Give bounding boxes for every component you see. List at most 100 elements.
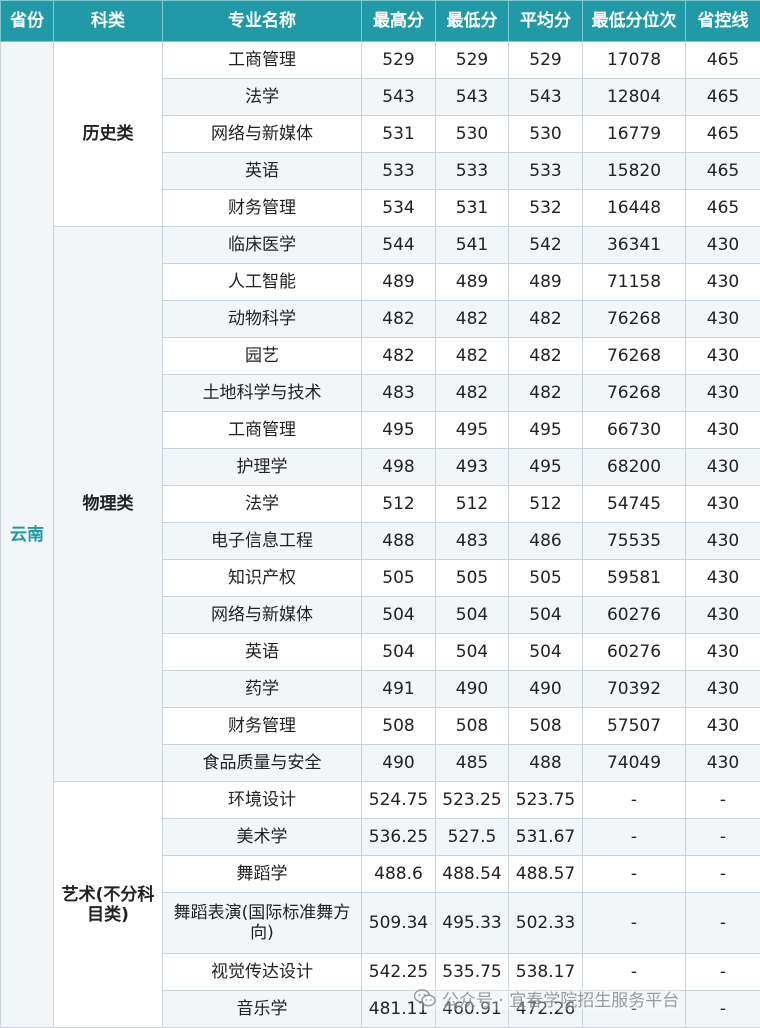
header-category: 科类: [53, 0, 163, 42]
avg-score-cell: 532: [508, 189, 583, 227]
max-score-cell: 534: [361, 189, 436, 227]
max-score-cell: 533: [361, 152, 436, 190]
min-score-cell: 482: [435, 300, 509, 338]
avg-score-cell: 530: [508, 115, 583, 153]
major-cell: 财务管理: [162, 707, 362, 745]
min-score-cell: 495.33: [435, 892, 509, 954]
category-cell: 物理类: [53, 226, 163, 782]
min-score-cell: 460.91: [435, 990, 509, 1028]
max-score-cell: 498: [361, 448, 436, 486]
min-score-cell: 530: [435, 115, 509, 153]
min-score-cell: 495: [435, 411, 509, 449]
max-score-cell: 481.11: [361, 990, 436, 1028]
max-score-cell: 489: [361, 263, 436, 301]
max-score-cell: 482: [361, 337, 436, 375]
avg-score-cell: 533: [508, 152, 583, 190]
max-score-cell: 491: [361, 670, 436, 708]
control-line-cell: 465: [685, 152, 760, 190]
major-cell: 园艺: [162, 337, 362, 375]
control-line-cell: 465: [685, 41, 760, 79]
major-cell: 英语: [162, 633, 362, 671]
control-line-cell: -: [685, 818, 760, 856]
min-score-cell: 504: [435, 633, 509, 671]
avg-score-cell: 529: [508, 41, 583, 79]
major-cell: 财务管理: [162, 189, 362, 227]
major-cell: 护理学: [162, 448, 362, 486]
min-rank-cell: -: [582, 855, 686, 893]
admission-score-table: 省份 科类 专业名称 最高分 最低分 平均分 最低分位次 省控线 云南 历史类 工商…: [0, 0, 760, 1028]
category-cell: 历史类: [53, 41, 163, 227]
min-rank-cell: 36341: [582, 226, 686, 264]
control-line-cell: -: [685, 855, 760, 893]
min-rank-cell: 16448: [582, 189, 686, 227]
avg-score-cell: 482: [508, 300, 583, 338]
control-line-cell: 430: [685, 337, 760, 375]
max-score-cell: 504: [361, 633, 436, 671]
control-line-cell: 465: [685, 189, 760, 227]
min-rank-cell: 74049: [582, 744, 686, 782]
max-score-cell: 505: [361, 559, 436, 597]
max-score-cell: 504: [361, 596, 436, 634]
min-score-cell: 512: [435, 485, 509, 523]
major-cell: 食品质量与安全: [162, 744, 362, 782]
major-cell: 工商管理: [162, 41, 362, 79]
major-cell: 动物科学: [162, 300, 362, 338]
header-control-line: 省控线: [685, 0, 760, 42]
category-cell: 艺术(不分科目类): [53, 781, 163, 1028]
province-cell: 云南: [0, 41, 54, 1028]
min-score-cell: 489: [435, 263, 509, 301]
avg-score-cell: 502.33: [508, 892, 583, 954]
avg-score-cell: 490: [508, 670, 583, 708]
control-line-cell: 430: [685, 670, 760, 708]
min-score-cell: 482: [435, 374, 509, 412]
major-cell: 英语: [162, 152, 362, 190]
min-rank-cell: 71158: [582, 263, 686, 301]
table-body: 云南 历史类 工商管理 529 529 529 17078 465 法学 543 543 543 128…: [0, 41, 760, 1028]
control-line-cell: 430: [685, 485, 760, 523]
min-rank-cell: 15820: [582, 152, 686, 190]
max-score-cell: 508: [361, 707, 436, 745]
avg-score-cell: 543: [508, 78, 583, 116]
min-rank-cell: 76268: [582, 374, 686, 412]
major-cell: 音乐学: [162, 990, 362, 1028]
min-rank-cell: -: [582, 781, 686, 819]
major-cell: 法学: [162, 78, 362, 116]
min-score-cell: 505: [435, 559, 509, 597]
table-row: 物理类 临床医学 544 541 542 36341 430: [1, 226, 760, 782]
control-line-cell: 430: [685, 707, 760, 745]
min-rank-cell: -: [582, 818, 686, 856]
min-rank-cell: 70392: [582, 670, 686, 708]
min-rank-cell: 76268: [582, 337, 686, 375]
major-cell: 舞蹈学: [162, 855, 362, 893]
major-cell: 美术学: [162, 818, 362, 856]
avg-score-cell: 531.67: [508, 818, 583, 856]
min-score-cell: 504: [435, 596, 509, 634]
control-line-cell: 430: [685, 263, 760, 301]
min-score-cell: 533: [435, 152, 509, 190]
major-cell: 知识产权: [162, 559, 362, 597]
min-rank-cell: 76268: [582, 300, 686, 338]
header-province: 省份: [0, 0, 54, 42]
min-rank-cell: 66730: [582, 411, 686, 449]
major-cell: 网络与新媒体: [162, 596, 362, 634]
max-score-cell: 544: [361, 226, 436, 264]
major-cell: 网络与新媒体: [162, 115, 362, 153]
control-line-cell: 430: [685, 374, 760, 412]
max-score-cell: 512: [361, 485, 436, 523]
avg-score-cell: 504: [508, 633, 583, 671]
header-min-score: 最低分: [435, 0, 509, 42]
major-cell: 土地科学与技术: [162, 374, 362, 412]
major-cell: 药学: [162, 670, 362, 708]
major-cell: 人工智能: [162, 263, 362, 301]
avg-score-cell: 505: [508, 559, 583, 597]
major-cell: 视觉传达设计: [162, 953, 362, 991]
min-score-cell: 482: [435, 337, 509, 375]
control-line-cell: 430: [685, 633, 760, 671]
table-row: 云南 历史类 工商管理 529 529 529 17078 465: [0, 41, 760, 1028]
min-score-cell: 483: [435, 522, 509, 560]
control-line-cell: 430: [685, 522, 760, 560]
max-score-cell: 495: [361, 411, 436, 449]
avg-score-cell: 538.17: [508, 953, 583, 991]
min-score-cell: 543: [435, 78, 509, 116]
max-score-cell: 490: [361, 744, 436, 782]
